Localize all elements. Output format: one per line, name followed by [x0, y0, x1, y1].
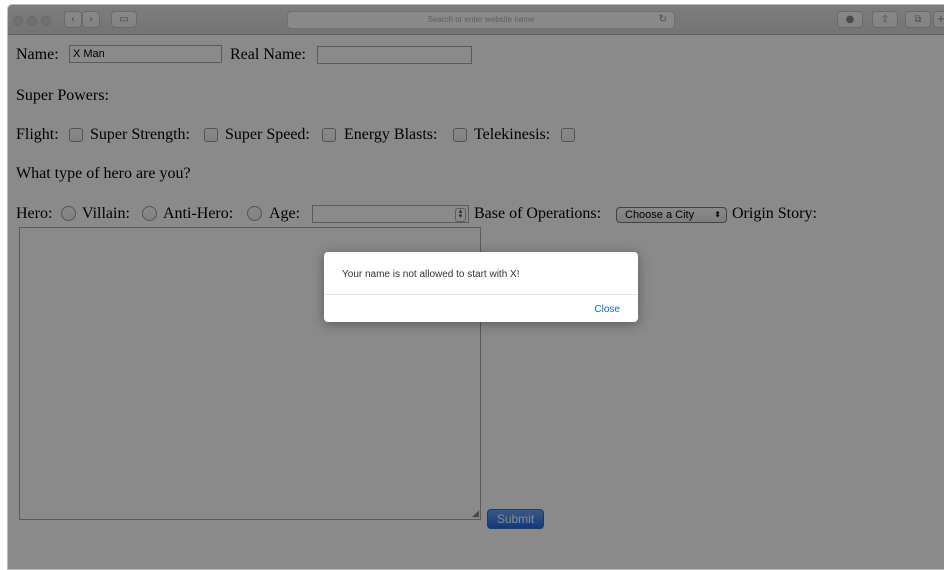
close-button[interactable]: Close: [594, 304, 620, 316]
alert-message: Your name is not allowed to start with X…: [342, 269, 520, 280]
browser-window: ‹ › ▭ Search or enter website name ↻ ● ⇧…: [7, 4, 944, 570]
dialog-divider: [324, 294, 638, 295]
alert-dialog: Your name is not allowed to start with X…: [324, 252, 638, 322]
